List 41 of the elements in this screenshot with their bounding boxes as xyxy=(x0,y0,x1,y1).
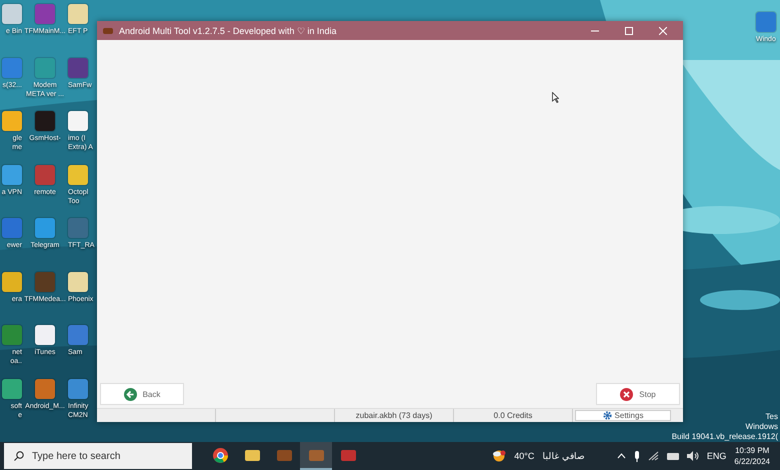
temperature: 40°C xyxy=(514,451,534,461)
close-icon xyxy=(659,26,667,34)
watermark-text: Build 19041.vb_release.1912( xyxy=(672,432,778,442)
status-field: 0.0 Credits xyxy=(454,409,573,422)
cursor-icon xyxy=(552,92,559,103)
weather-text: صافي غالبا xyxy=(542,451,585,461)
maximize-icon xyxy=(625,26,633,34)
stop-button[interactable]: Stop xyxy=(596,383,680,405)
back-button[interactable]: Back xyxy=(100,383,184,405)
watermark-text: Tes xyxy=(766,412,778,422)
taskbar-app[interactable] xyxy=(300,442,332,470)
app-icon[interactable] xyxy=(2,164,22,184)
search-field[interactable]: Type here to search xyxy=(4,443,192,469)
app-icon xyxy=(276,448,292,462)
settings-icon xyxy=(602,411,612,420)
status-field: zubair.akbh (73 days) xyxy=(335,409,454,422)
back-arrow-icon xyxy=(124,388,137,400)
wifi-icon[interactable] xyxy=(648,451,659,461)
cancel-icon xyxy=(620,388,634,400)
window-title: Android Multi Tool v1.2.7.5 - Developed with ♡ in India xyxy=(119,26,338,36)
speaker-icon[interactable] xyxy=(686,451,699,461)
battery-icon[interactable] xyxy=(666,452,679,460)
app-icon xyxy=(340,448,356,462)
language-indicator[interactable]: ENG xyxy=(706,451,726,461)
weather-icon xyxy=(492,450,506,462)
clock[interactable]: 10:39 PM 6/22/2024 xyxy=(734,445,770,467)
app-icon xyxy=(308,448,324,462)
app-icon[interactable] xyxy=(68,378,88,398)
watermark-text: Windows xyxy=(746,422,778,432)
app-icon[interactable] xyxy=(68,164,88,184)
app-icon xyxy=(103,28,113,34)
app-icon xyxy=(212,448,228,462)
app-icon[interactable] xyxy=(68,272,88,292)
search-icon xyxy=(14,451,24,461)
app-icon[interactable] xyxy=(35,378,55,398)
settings-button[interactable]: Settings xyxy=(575,410,671,421)
app-icon[interactable] xyxy=(2,272,22,292)
chevron-up-icon[interactable] xyxy=(616,453,626,459)
app-icon[interactable] xyxy=(2,378,22,398)
microphone-icon[interactable] xyxy=(634,450,640,462)
app-icon xyxy=(244,448,260,462)
